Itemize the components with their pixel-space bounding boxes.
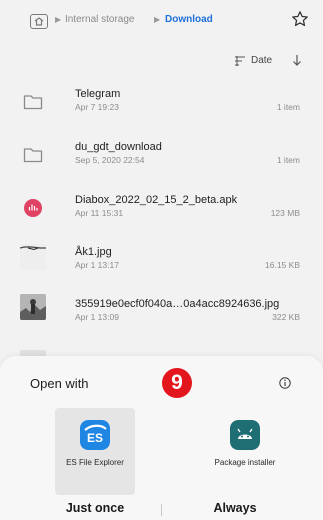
home-icon[interactable] bbox=[30, 14, 48, 29]
folder-icon bbox=[23, 148, 43, 163]
file-date: Apr 1 13:17 bbox=[75, 260, 119, 270]
file-row[interactable]: du_gdt_download Sep 5, 2020 22:54 1 item bbox=[0, 135, 323, 187]
info-icon[interactable] bbox=[279, 377, 291, 389]
always-button[interactable]: Always bbox=[185, 501, 285, 515]
file-row[interactable]: 355919e0ecf0f040a…0a4acc8924636.jpg Apr … bbox=[0, 292, 323, 344]
file-date: Apr 11 15:31 bbox=[75, 208, 124, 218]
file-meta: 16.15 KB bbox=[265, 260, 300, 270]
file-name: Diabox_2022_02_15_2_beta.apk bbox=[75, 194, 238, 206]
app-option-package-installer[interactable]: Package installer bbox=[190, 408, 300, 495]
breadcrumb-download[interactable]: Download bbox=[165, 14, 213, 25]
file-date: Apr 1 13:09 bbox=[75, 312, 119, 322]
sheet-title: Open with bbox=[30, 376, 89, 391]
file-row[interactable]: Telegram Apr 7 19:23 1 item bbox=[0, 80, 323, 132]
chevron-right-icon: ▶ bbox=[55, 15, 62, 24]
file-name: du_gdt_download bbox=[75, 141, 162, 153]
app-label: Package installer bbox=[214, 458, 276, 467]
file-meta: 322 KB bbox=[272, 312, 300, 322]
file-row[interactable]: Diabox_2022_02_15_2_beta.apk Apr 11 15:3… bbox=[0, 188, 323, 240]
sort-icon[interactable] bbox=[234, 55, 246, 67]
image-thumbnail bbox=[20, 294, 46, 320]
arrow-down-icon[interactable] bbox=[292, 54, 302, 67]
button-divider bbox=[161, 504, 162, 516]
file-name: Telegram bbox=[75, 88, 121, 100]
star-icon[interactable] bbox=[291, 10, 309, 28]
android-icon bbox=[230, 420, 260, 450]
sort-bar: Date bbox=[0, 50, 323, 72]
file-meta: 123 MB bbox=[270, 208, 300, 218]
file-date: Apr 7 19:23 bbox=[75, 102, 119, 112]
sort-label[interactable]: Date bbox=[251, 55, 272, 66]
open-with-sheet: Open with 9 ES ES File Explorer Package … bbox=[0, 356, 323, 520]
apk-icon bbox=[24, 199, 42, 217]
just-once-button[interactable]: Just once bbox=[45, 501, 145, 515]
step-badge: 9 bbox=[162, 368, 192, 398]
image-thumbnail bbox=[20, 244, 46, 270]
file-date: Sep 5, 2020 22:54 bbox=[75, 155, 145, 165]
svg-text:ES: ES bbox=[87, 431, 103, 445]
breadcrumb-bar: ▶ Internal storage ▶ Download bbox=[0, 0, 323, 42]
file-row[interactable]: Åk1.jpg Apr 1 13:17 16.15 KB bbox=[0, 240, 323, 292]
folder-icon bbox=[23, 95, 43, 110]
file-name: 355919e0ecf0f040a…0a4acc8924636.jpg bbox=[75, 298, 280, 310]
file-meta: 1 item bbox=[276, 155, 300, 165]
file-name: Åk1.jpg bbox=[75, 246, 112, 258]
file-meta: 1 item bbox=[276, 102, 300, 112]
breadcrumb-internal-storage[interactable]: Internal storage bbox=[65, 14, 135, 25]
chevron-right-icon: ▶ bbox=[154, 15, 161, 24]
es-file-explorer-icon: ES bbox=[80, 420, 110, 450]
app-label: ES File Explorer bbox=[66, 458, 124, 467]
app-option-es-file-explorer[interactable]: ES ES File Explorer bbox=[55, 408, 135, 495]
